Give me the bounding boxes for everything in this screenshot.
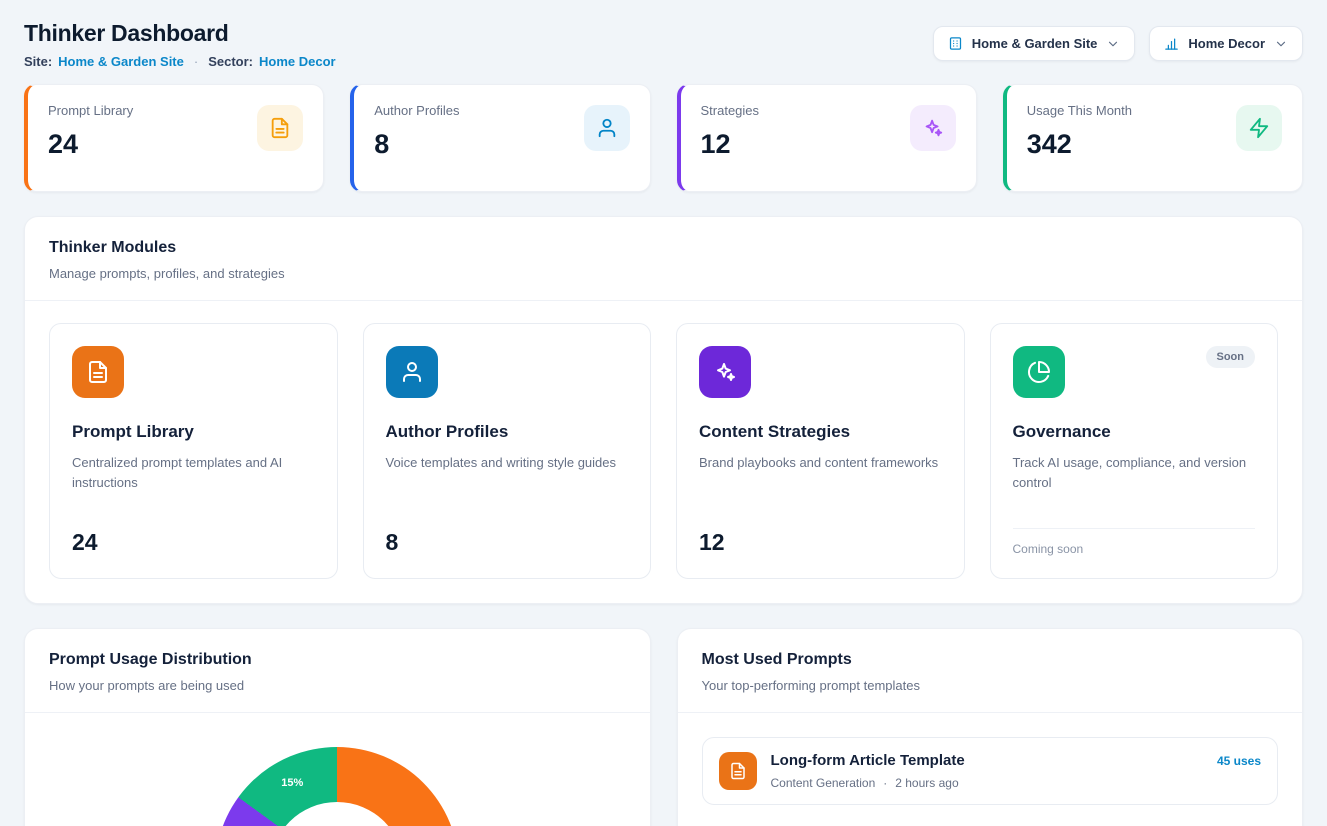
site-selector-label: Home & Garden Site [972,36,1098,51]
stat-card-prompt-library: Prompt Library 24 [24,84,324,192]
header-left: Thinker Dashboard Site: Home & Garden Si… [24,20,336,69]
prompt-uses-badge: 45 uses [1217,754,1261,768]
prompts-title: Most Used Prompts [702,651,1279,669]
stats-row: Prompt Library 24 Author Profiles 8 Stra… [24,84,1303,192]
modules-title: Thinker Modules [49,239,1278,257]
prompt-list-item[interactable]: Long-form Article Template Content Gener… [702,737,1279,805]
building-icon [948,36,963,51]
stat-label: Usage This Month [1027,103,1132,118]
module-top [699,346,942,398]
chevron-down-icon [1274,37,1288,51]
modules-subtitle: Manage prompts, profiles, and strategies [49,266,1278,281]
module-count: 8 [386,529,629,556]
module-title: Author Profiles [386,422,629,442]
modules-header: Thinker Modules Manage prompts, profiles… [25,217,1302,300]
module-title: Content Strategies [699,422,942,442]
chevron-down-icon [1106,37,1120,51]
module-description: Brand playbooks and content frameworks [699,453,942,473]
modules-grid: Prompt Library Centralized prompt templa… [25,301,1302,603]
user-icon [386,346,438,398]
thinker-modules-section: Thinker Modules Manage prompts, profiles… [24,216,1303,604]
module-count: 24 [72,529,315,556]
stat-value: 24 [48,129,133,160]
page-title: Thinker Dashboard [24,20,336,47]
module-description: Voice templates and writing style guides [386,453,629,473]
module-top: Soon [1013,346,1256,398]
stat-value: 8 [374,129,459,160]
sector-selector-dropdown[interactable]: Home Decor [1149,26,1303,61]
donut-chart: 15% [215,747,459,826]
user-icon [584,105,630,151]
sector-selector-label: Home Decor [1188,36,1265,51]
module-top [386,346,629,398]
module-card-author-profiles[interactable]: Author Profiles Voice templates and writ… [363,323,652,579]
coming-soon-label: Coming soon [1013,528,1256,556]
prompt-list: Long-form Article Template Content Gener… [678,713,1303,826]
divider [25,712,650,713]
pie-chart-icon [1013,346,1065,398]
dashboard-page: Thinker Dashboard Site: Home & Garden Si… [0,0,1327,826]
separator-dot: · [190,54,202,69]
document-icon [257,105,303,151]
stat-card-usage: Usage This Month 342 [1003,84,1303,192]
sector-label: Sector: [208,54,253,69]
usage-distribution-panel: Prompt Usage Distribution How your promp… [24,628,651,826]
stat-value: 342 [1027,129,1132,160]
page-header: Thinker Dashboard Site: Home & Garden Si… [24,20,1303,69]
prompts-header: Most Used Prompts Your top-performing pr… [678,629,1303,712]
donut-slice-label: 15% [281,777,303,789]
module-description: Track AI usage, compliance, and version … [1013,453,1256,493]
stat-text: Prompt Library 24 [48,103,133,173]
usage-title: Prompt Usage Distribution [49,651,626,669]
bar-chart-icon [1164,36,1179,51]
module-card-content-strategies[interactable]: Content Strategies Brand playbooks and c… [676,323,965,579]
document-icon [72,346,124,398]
sector-link[interactable]: Home Decor [259,54,336,69]
stat-value: 12 [701,129,760,160]
site-selector-dropdown[interactable]: Home & Garden Site [933,26,1136,61]
prompt-timestamp: 2 hours ago [895,776,958,790]
site-label: Site: [24,54,52,69]
stat-text: Author Profiles 8 [374,103,459,173]
chart-area: 15% [25,747,650,826]
module-title: Prompt Library [72,422,315,442]
module-description: Centralized prompt templates and AI inst… [72,453,315,493]
prompt-category: Content Generation [771,776,876,790]
most-used-prompts-panel: Most Used Prompts Your top-performing pr… [677,628,1304,826]
stat-card-strategies: Strategies 12 [677,84,977,192]
stat-label: Strategies [701,103,760,118]
module-title: Governance [1013,422,1256,442]
stat-label: Author Profiles [374,103,459,118]
site-link[interactable]: Home & Garden Site [58,54,184,69]
stat-text: Usage This Month 342 [1027,103,1132,173]
module-card-prompt-library[interactable]: Prompt Library Centralized prompt templa… [49,323,338,579]
prompts-subtitle: Your top-performing prompt templates [702,678,1279,693]
module-card-governance[interactable]: Soon Governance Track AI usage, complian… [990,323,1279,579]
sparkle-star-icon [699,346,751,398]
stat-card-author-profiles: Author Profiles 8 [350,84,650,192]
stat-text: Strategies 12 [701,103,760,173]
usage-header: Prompt Usage Distribution How your promp… [25,629,650,712]
sparkle-star-icon [910,105,956,151]
stat-label: Prompt Library [48,103,133,118]
module-count: 12 [699,529,942,556]
module-top [72,346,315,398]
usage-subtitle: How your prompts are being used [49,678,626,693]
lightning-icon [1236,105,1282,151]
header-selectors: Home & Garden Site Home Decor [933,26,1303,61]
soon-badge: Soon [1206,346,1256,368]
breadcrumb: Site: Home & Garden Site · Sector: Home … [24,54,336,69]
prompt-meta: Content Generation · 2 hours ago [771,776,965,790]
separator-dot: · [883,776,887,790]
prompt-title: Long-form Article Template [771,752,965,769]
bottom-row: Prompt Usage Distribution How your promp… [24,628,1303,826]
prompt-text: Long-form Article Template Content Gener… [771,752,965,790]
document-icon [719,752,757,790]
